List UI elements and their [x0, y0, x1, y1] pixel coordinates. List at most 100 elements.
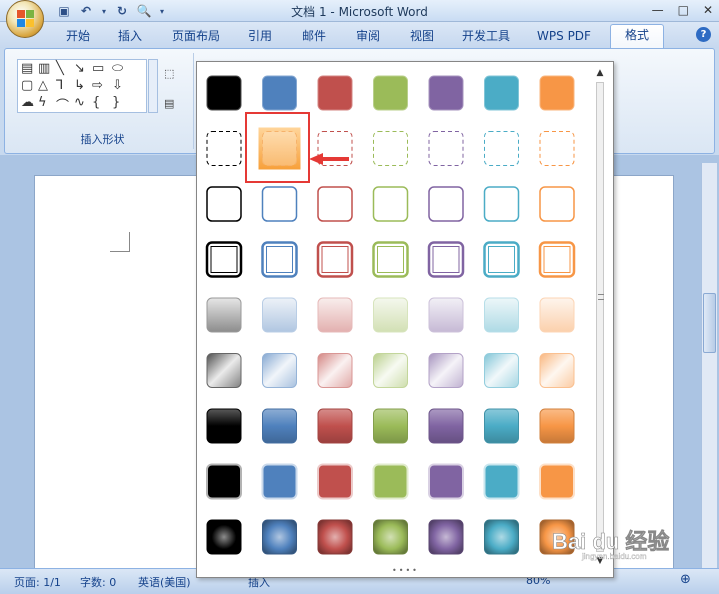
style-swatch-r4-c2[interactable]: [317, 297, 353, 333]
style-swatch-r2-c5[interactable]: [483, 186, 520, 222]
office-button[interactable]: [6, 0, 44, 38]
style-swatch-r8-c5[interactable]: [484, 519, 519, 555]
style-swatch-r5-c6[interactable]: [539, 353, 575, 388]
style-swatch-r5-c5[interactable]: [484, 353, 519, 388]
style-swatch-r5-c4[interactable]: [428, 353, 464, 388]
vertical-scrollbar[interactable]: [701, 163, 717, 568]
tab-review[interactable]: 审阅: [350, 26, 386, 46]
style-swatch-r7-c3[interactable]: [372, 463, 409, 500]
style-swatch-r2-c4[interactable]: [428, 186, 464, 222]
style-swatch-r8-c0[interactable]: [206, 519, 242, 555]
status-page[interactable]: 页面: 1/1: [14, 574, 61, 590]
gallery-scroll-track[interactable]: [596, 82, 604, 552]
curve-icon[interactable]: ∿: [74, 95, 85, 110]
style-swatch-r5-c2[interactable]: [317, 353, 353, 388]
style-swatch-r0-c5[interactable]: [484, 75, 519, 111]
zoom-in-icon[interactable]: ⊕: [680, 572, 691, 587]
elbow-connector-icon[interactable]: ⅂: [56, 78, 63, 93]
style-swatch-r4-c0[interactable]: [206, 297, 242, 333]
style-swatch-r7-c4[interactable]: [428, 463, 464, 500]
style-swatch-r7-c5[interactable]: [483, 463, 520, 500]
style-swatch-r7-c1[interactable]: [261, 463, 298, 500]
style-swatch-r1-c6[interactable]: [539, 131, 575, 166]
lightning-icon[interactable]: ϟ: [38, 95, 47, 110]
arc-icon[interactable]: ⌒: [56, 95, 69, 114]
status-word-count[interactable]: 字数: 0: [80, 574, 116, 590]
style-swatch-r6-c4[interactable]: [428, 408, 464, 444]
text-box-icon[interactable]: ▤: [21, 61, 33, 76]
freeform-icon[interactable]: ☁: [21, 95, 34, 110]
style-swatch-r0-c4[interactable]: [428, 75, 464, 111]
style-swatch-r6-c2[interactable]: [317, 408, 353, 444]
style-swatch-r6-c1[interactable]: [262, 408, 297, 444]
tab-developer[interactable]: 开发工具: [456, 26, 516, 46]
tab-view[interactable]: 视图: [404, 26, 440, 46]
vertical-text-box-icon[interactable]: ▥: [38, 61, 50, 76]
style-swatch-r4-c4[interactable]: [428, 297, 464, 333]
status-language[interactable]: 英语(美国): [138, 574, 191, 590]
style-swatch-r4-c6[interactable]: [539, 297, 575, 333]
style-swatch-r3-c4[interactable]: [427, 241, 465, 278]
left-brace-icon[interactable]: {: [92, 95, 100, 110]
style-swatch-r7-c2[interactable]: [317, 463, 353, 500]
style-swatch-r0-c6[interactable]: [539, 75, 575, 111]
tab-home[interactable]: 开始: [60, 26, 96, 46]
style-swatch-r3-c1[interactable]: [261, 241, 298, 278]
style-swatch-r0-c2[interactable]: [317, 75, 353, 111]
gallery-scrollbar[interactable]: ▲ ▼: [593, 66, 607, 568]
style-swatch-r4-c3[interactable]: [373, 297, 408, 333]
shapes-gallery-scrollbar[interactable]: [148, 59, 158, 113]
style-swatch-r3-c5[interactable]: [483, 241, 520, 278]
style-swatch-r3-c3[interactable]: [372, 241, 409, 278]
help-icon[interactable]: ?: [696, 27, 711, 42]
style-swatch-r7-c0[interactable]: [206, 463, 242, 500]
edit-shape-icon[interactable]: ⬚: [164, 67, 174, 80]
style-swatch-r5-c1[interactable]: [262, 353, 297, 388]
style-swatch-r0-c3[interactable]: [373, 75, 408, 111]
style-swatch-r2-c1[interactable]: [261, 186, 298, 222]
style-swatch-r0-c1[interactable]: [262, 75, 297, 111]
line-icon[interactable]: ╲: [56, 61, 64, 76]
tab-page-layout[interactable]: 页面布局: [166, 26, 226, 46]
minimize-icon[interactable]: —: [652, 3, 664, 17]
style-swatch-r1-c5[interactable]: [484, 131, 519, 166]
tab-references[interactable]: 引用: [242, 26, 278, 46]
down-arrow-shape-icon[interactable]: ⇩: [112, 78, 123, 93]
style-swatch-r7-c6[interactable]: [539, 463, 575, 500]
scroll-up-icon[interactable]: ▲: [593, 66, 607, 80]
tab-insert[interactable]: 插入: [112, 26, 148, 46]
style-swatch-r8-c1[interactable]: [262, 519, 297, 555]
style-swatch-r6-c5[interactable]: [484, 408, 519, 444]
shapes-gallery[interactable]: ▤ ▥ ╲ ↘ ▭ ⬭ ▢ △ ⅂ ↳ ⇨ ⇩ ☁ ϟ ⌒ ∿ { }: [17, 59, 147, 114]
style-swatch-r1-c0[interactable]: [206, 131, 242, 166]
style-swatch-r1-c3[interactable]: [373, 131, 408, 166]
style-swatch-r5-c0[interactable]: [206, 353, 242, 388]
rounded-rect-icon[interactable]: ▢: [21, 78, 33, 93]
style-swatch-r6-c0[interactable]: [206, 408, 242, 444]
style-swatch-r6-c3[interactable]: [373, 408, 408, 444]
rectangle-icon[interactable]: ▭: [92, 61, 104, 76]
style-swatch-r2-c2[interactable]: [317, 186, 353, 222]
triangle-icon[interactable]: △: [38, 78, 48, 93]
style-swatch-r3-c2[interactable]: [316, 241, 354, 278]
tab-wps-pdf[interactable]: WPS PDF: [532, 26, 596, 46]
elbow-arrow-icon[interactable]: ↳: [74, 78, 85, 93]
arrow-line-icon[interactable]: ↘: [74, 61, 85, 76]
vertical-scroll-thumb[interactable]: [703, 293, 716, 353]
style-swatch-r2-c6[interactable]: [539, 186, 575, 222]
style-swatch-r4-c1[interactable]: [262, 297, 297, 333]
style-swatch-r3-c6[interactable]: [538, 241, 576, 278]
style-swatch-r8-c2[interactable]: [317, 519, 353, 555]
oval-icon[interactable]: ⬭: [112, 61, 123, 76]
style-swatch-r4-c5[interactable]: [484, 297, 519, 333]
style-swatch-r2-c3[interactable]: [372, 186, 409, 222]
text-direction-icon[interactable]: ▤: [164, 97, 174, 110]
resize-grip-icon[interactable]: ••••: [392, 566, 419, 575]
style-swatch-r3-c0[interactable]: [205, 241, 243, 278]
style-swatch-r5-c3[interactable]: [373, 353, 408, 388]
style-swatch-r8-c3[interactable]: [373, 519, 408, 555]
close-icon[interactable]: ✕: [703, 3, 713, 17]
right-brace-icon[interactable]: }: [112, 95, 120, 110]
style-swatch-r1-c4[interactable]: [428, 131, 464, 166]
maximize-icon[interactable]: □: [678, 3, 689, 17]
